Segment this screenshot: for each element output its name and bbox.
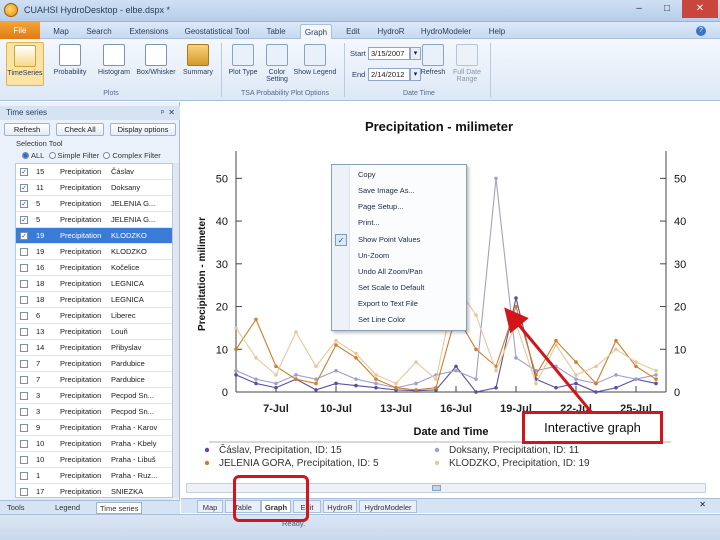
graph-tab-highlight [233,475,309,522]
annotation-callout: Interactive graph [522,411,663,444]
annotation-arrow [504,307,594,414]
